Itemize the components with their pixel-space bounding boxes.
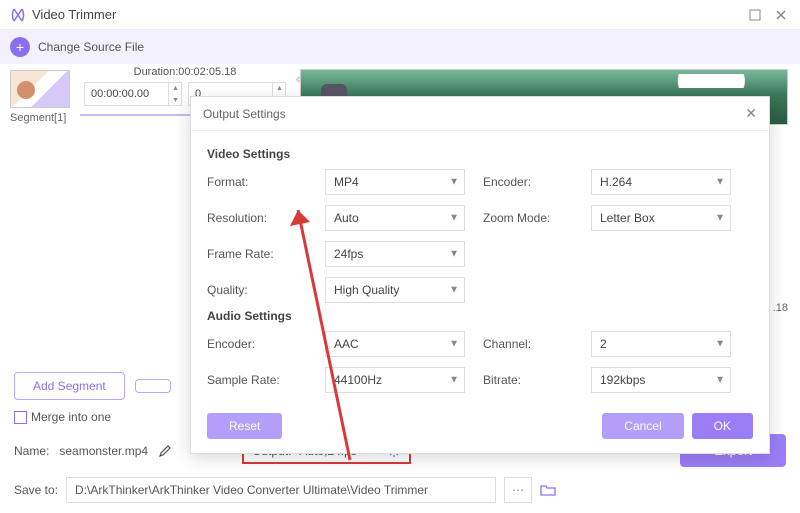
frame-rate-label: Frame Rate: [207,247,307,261]
bitrate-value: 192kbps [591,367,731,393]
name-value: seamonster.mp4 [59,444,148,458]
end-duration-label: .18 [773,302,788,314]
start-time-stepper[interactable]: ▲▼ [168,82,182,106]
duration-title: Duration:00:02:05.18 [80,66,290,78]
format-select[interactable]: MP4▼ [325,169,465,195]
merge-checkbox[interactable]: Merge into one [14,410,111,424]
secondary-button[interactable] [135,379,171,393]
audio-encoder-select[interactable]: AAC▼ [325,331,465,357]
reset-button[interactable]: Reset [207,413,282,439]
quality-value: High Quality [325,277,465,303]
video-encoder-value: H.264 [591,169,731,195]
audio-settings-heading: Audio Settings [207,309,753,323]
format-value: MP4 [325,169,465,195]
change-source-label[interactable]: Change Source File [38,40,144,54]
channel-label: Channel: [483,337,573,351]
audio-encoder-value: AAC [325,331,465,357]
minimize-button[interactable] [746,6,764,24]
resolution-label: Resolution: [207,211,307,225]
resolution-select[interactable]: Auto▼ [325,205,465,231]
sample-rate-value: 44100Hz [325,367,465,393]
audio-encoder-label: Encoder: [207,337,307,351]
name-label: Name: [14,444,49,458]
segment-thumbnail[interactable] [10,70,70,108]
sample-rate-label: Sample Rate: [207,373,307,387]
channel-select[interactable]: 2▼ [591,331,731,357]
bitrate-label: Bitrate: [483,373,573,387]
channel-value: 2 [591,331,731,357]
dialog-close-icon[interactable]: ✕ [745,105,757,122]
zoom-mode-value: Letter Box [591,205,731,231]
merge-label: Merge into one [31,410,111,424]
dialog-title: Output Settings [203,107,745,121]
segment-label: Segment[1] [10,112,72,124]
toolbar: + Change Source File [0,30,800,64]
cancel-button[interactable]: Cancel [602,413,683,439]
ok-button[interactable]: OK [692,413,753,439]
app-logo-icon [10,7,26,23]
format-label: Format: [207,175,307,189]
edit-name-icon[interactable] [158,444,172,458]
bitrate-select[interactable]: 192kbps▼ [591,367,731,393]
dialog-header: Output Settings ✕ [191,97,769,131]
add-source-icon[interactable]: + [10,37,30,57]
segment-column: Segment[1] [0,64,72,124]
video-encoder-label: Encoder: [483,175,573,189]
quality-select[interactable]: High Quality▼ [325,277,465,303]
close-button[interactable] [772,6,790,24]
frame-rate-value: 24fps [325,241,465,267]
titlebar: Video Trimmer [0,0,800,30]
quality-label: Quality: [207,283,307,297]
resolution-value: Auto [325,205,465,231]
video-settings-heading: Video Settings [207,147,753,161]
add-segment-button[interactable]: Add Segment [14,372,125,400]
browse-button[interactable]: ⋯ [504,477,532,503]
checkbox-icon [14,411,27,424]
zoom-mode-label: Zoom Mode: [483,211,573,225]
zoom-mode-select[interactable]: Letter Box▼ [591,205,731,231]
save-to-label: Save to: [14,483,58,497]
open-folder-icon[interactable] [540,483,556,497]
sample-rate-select[interactable]: 44100Hz▼ [325,367,465,393]
name-row: Name: seamonster.mp4 [14,444,172,458]
output-settings-dialog: Output Settings ✕ Video Settings Format:… [190,96,770,454]
frame-rate-select[interactable]: 24fps▼ [325,241,465,267]
save-path-field[interactable]: D:\ArkThinker\ArkThinker Video Converter… [66,477,496,503]
save-path-value: D:\ArkThinker\ArkThinker Video Converter… [75,483,428,497]
start-time-input[interactable]: ▲▼ [84,82,182,106]
window-title: Video Trimmer [32,7,738,22]
video-encoder-select[interactable]: H.264▼ [591,169,731,195]
